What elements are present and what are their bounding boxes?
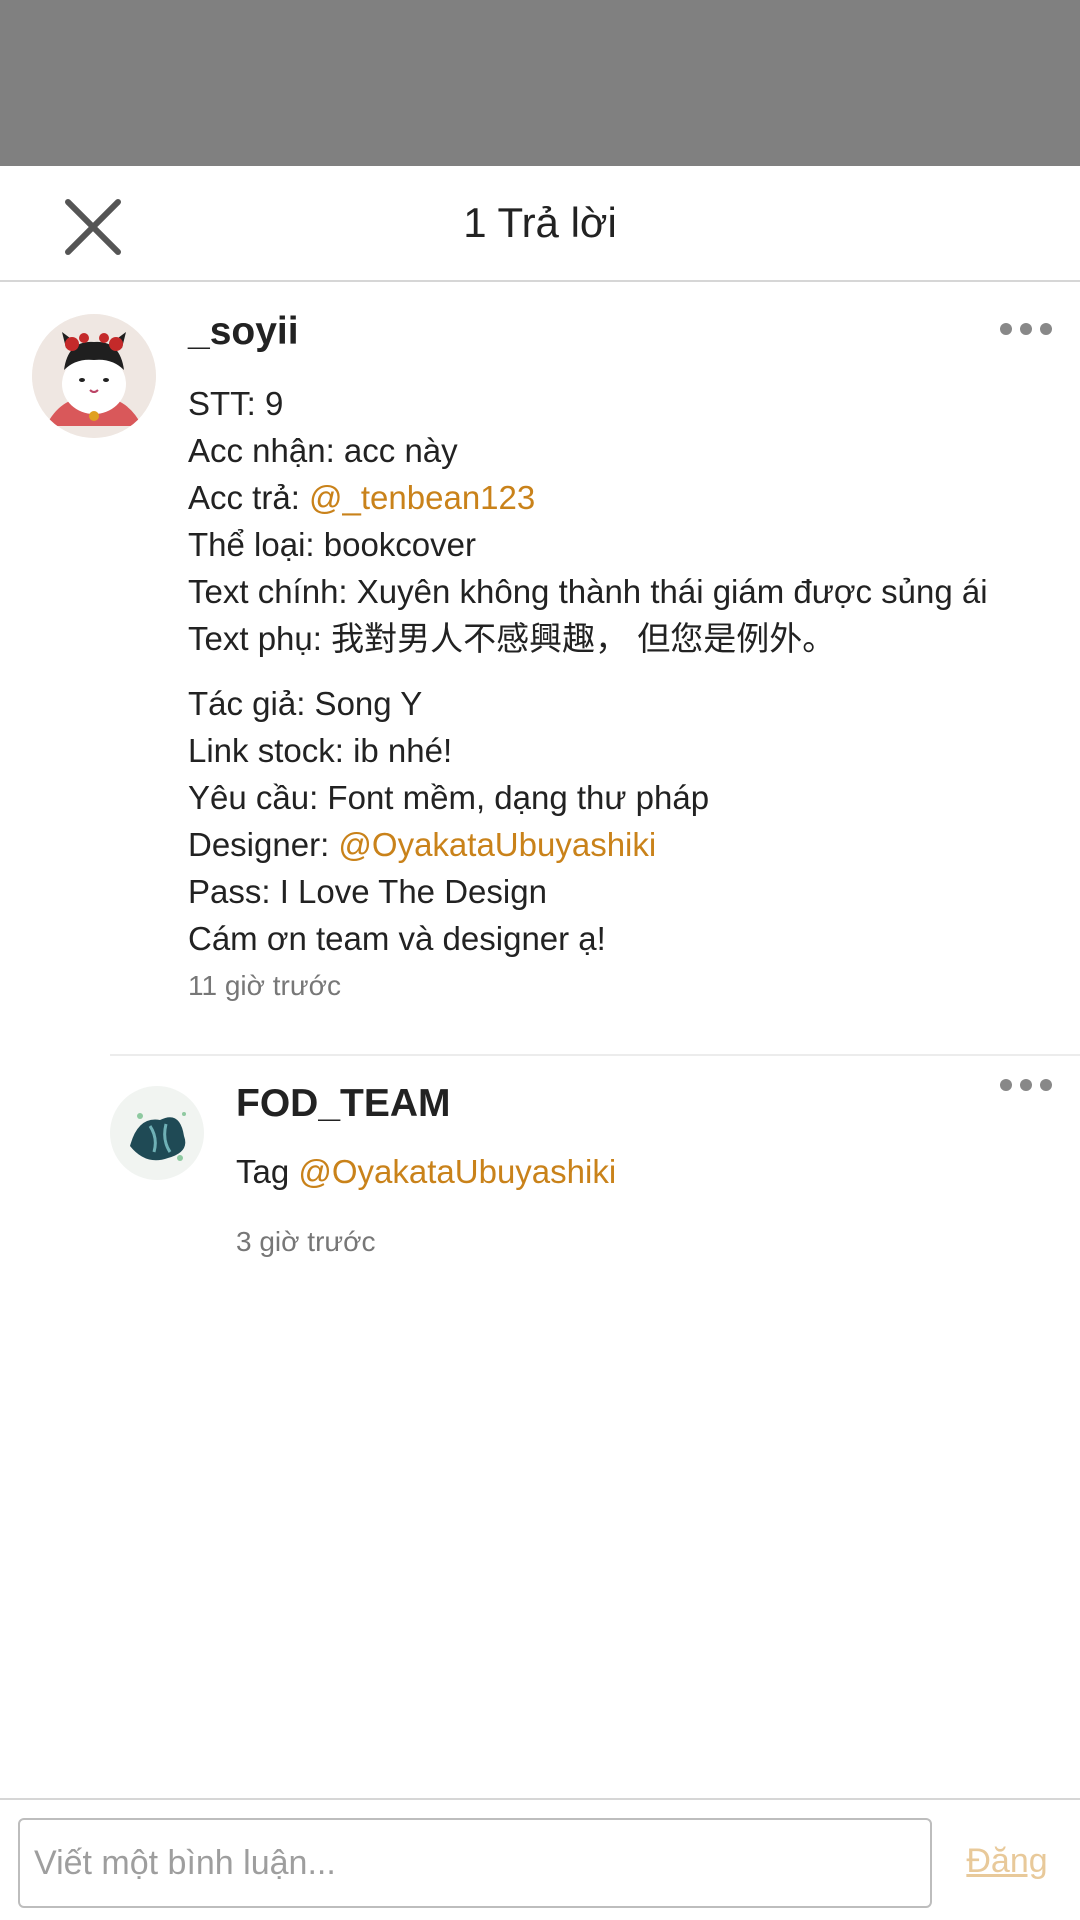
team-logo-avatar: [110, 1086, 204, 1180]
mention-link[interactable]: @OyakataUbuyashiki: [298, 1153, 616, 1190]
reply-username[interactable]: FOD_TEAM: [236, 1080, 451, 1128]
comment-username[interactable]: _soyii: [188, 308, 299, 356]
comment-composer: Đăng: [0, 1798, 1080, 1920]
mention-link[interactable]: @OyakataUbuyashiki: [338, 826, 656, 863]
cat-avatar-image: [32, 314, 156, 438]
replies-sheet: 1 Trả lời _soyii STT: 9 Acc nhận: acc nà…: [0, 166, 1080, 1920]
comment-line: Text phụ: 我對男人不感興趣， 但您是例外。: [188, 620, 836, 657]
post-button[interactable]: Đăng: [952, 1836, 1062, 1886]
avatar[interactable]: [32, 314, 156, 438]
comment-input[interactable]: [18, 1818, 932, 1908]
comment-thread-screen: 1 Trả lời _soyii STT: 9 Acc nhận: acc nà…: [0, 0, 1080, 1920]
comment-line: Tác giả: Song Y: [188, 685, 423, 722]
reply-comment: FOD_TEAM Tag @OyakataUbuyashiki 3 giờ tr…: [0, 1056, 1080, 1276]
more-icon: [1000, 1079, 1052, 1091]
page-title: 1 Trả lời: [463, 199, 617, 246]
main-comment: _soyii STT: 9 Acc nhận: acc này Acc trả:…: [0, 282, 1080, 1182]
comment-more-button[interactable]: [996, 314, 1056, 344]
sheet-header: 1 Trả lời: [0, 166, 1080, 282]
comment-line: Tag @OyakataUbuyashiki: [236, 1153, 617, 1190]
comment-line: Acc trả: @_tenbean123: [188, 479, 536, 516]
comment-line: Thể loại: bookcover: [188, 526, 476, 563]
reply-more-button[interactable]: [996, 1070, 1056, 1100]
comment-line: Text chính: Xuyên không thành thái giám …: [188, 573, 988, 610]
reply-body: Tag @OyakataUbuyashiki: [236, 1148, 616, 1195]
comment-line: Pass: I Love The Design: [188, 873, 547, 910]
more-icon: [1000, 323, 1052, 335]
comment-line: Yêu cầu: Font mềm, dạng thư pháp: [188, 779, 710, 816]
dimmed-background[interactable]: [0, 0, 1080, 166]
comment-line: Acc nhận: acc này: [188, 432, 458, 469]
comment-timestamp: 11 giờ trước: [188, 970, 341, 1001]
mention-link[interactable]: @_tenbean123: [309, 479, 535, 516]
comment-line: STT: 9: [188, 385, 284, 422]
comment-body: STT: 9 Acc nhận: acc này Acc trả: @_tenb…: [188, 380, 988, 962]
comment-line: Link stock: ib nhé!: [188, 732, 453, 769]
comment-line: Cám ơn team và designer ạ!: [188, 920, 606, 957]
reply-timestamp: 3 giờ trước: [236, 1226, 376, 1257]
reply-avatar[interactable]: [110, 1086, 204, 1180]
comment-line: Designer: @OyakataUbuyashiki: [188, 826, 657, 863]
